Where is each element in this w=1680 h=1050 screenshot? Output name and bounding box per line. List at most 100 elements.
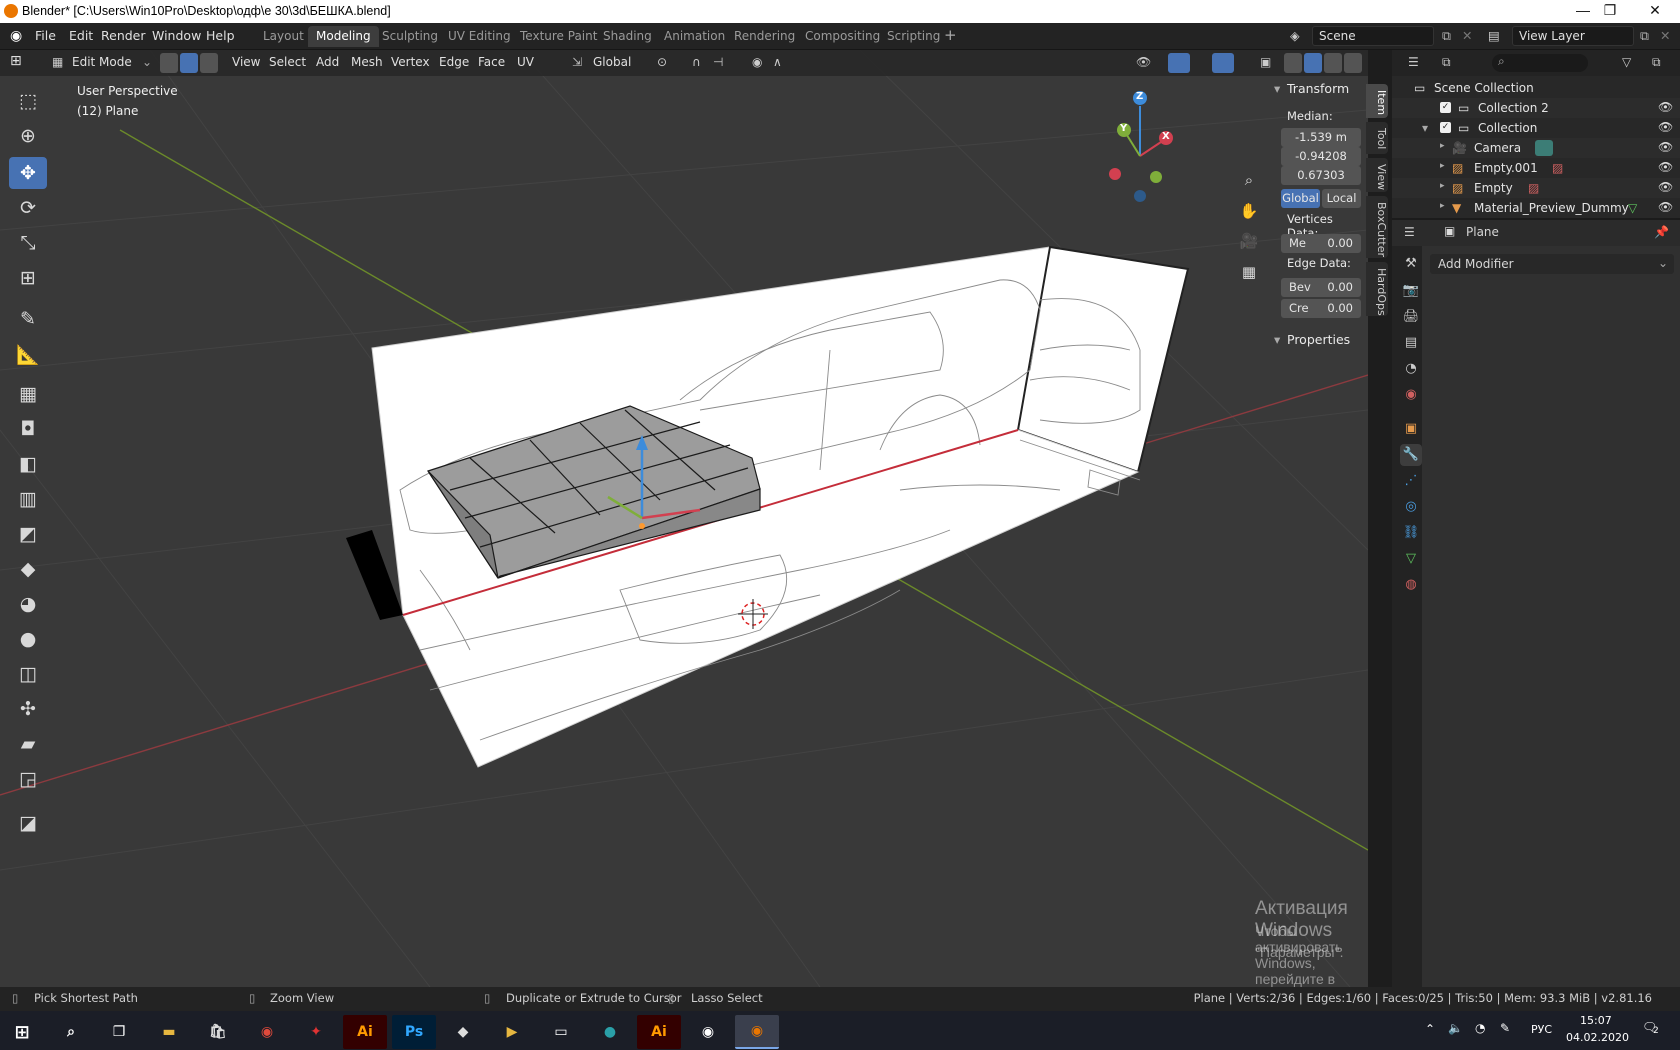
menu-help[interactable]: Help <box>206 28 235 43</box>
tray-chevron-icon[interactable]: ⌃ <box>1425 1022 1435 1036</box>
rotate-tool[interactable]: ⟳ <box>9 192 47 224</box>
editor-type-icon[interactable]: ⊞ <box>10 53 22 69</box>
delete-view-layer-icon[interactable]: ✕ <box>1660 28 1670 43</box>
pivot-icon[interactable]: ⊙ <box>657 55 667 69</box>
expand-arrow-icon[interactable]: ▸ <box>1440 161 1445 171</box>
outliner-item-camera[interactable]: ▸ 🎥 Camera 👁 <box>1392 138 1680 158</box>
material-shading-button[interactable] <box>1324 53 1342 73</box>
header-vertex[interactable]: Vertex <box>391 55 430 69</box>
tab-scripting[interactable]: Scripting <box>879 26 948 47</box>
document-icon[interactable]: ▭ <box>539 1015 583 1049</box>
illustrator-icon[interactable]: Ai <box>343 1015 387 1049</box>
knife-tool[interactable]: ◩ <box>9 518 47 550</box>
median-z-field[interactable]: 0.67303 <box>1281 166 1361 185</box>
object-tab-icon[interactable]: ▣ <box>1400 418 1422 440</box>
add-workspace-icon[interactable]: + <box>944 26 957 44</box>
outliner-editor-icon[interactable]: ☰ <box>1408 55 1419 69</box>
header-select[interactable]: Select <box>269 55 306 69</box>
blender-active-taskbar-icon[interactable]: ◉ <box>735 1015 779 1049</box>
proportional-edit-icon[interactable]: ◉ <box>752 55 762 69</box>
store-icon[interactable]: 🛍 <box>196 1015 240 1049</box>
inkscape-icon[interactable]: ◆ <box>441 1015 485 1049</box>
camera-view-icon[interactable]: 🎥 <box>1236 228 1262 254</box>
vertex-select-button[interactable] <box>160 53 178 73</box>
illustrator-2-icon[interactable]: Ai <box>637 1015 681 1049</box>
bevel-tool[interactable]: ◧ <box>9 448 47 480</box>
collapse-transform-icon[interactable]: ▾ <box>1274 81 1280 96</box>
checkbox-icon[interactable]: ✓ <box>1440 122 1451 133</box>
annotate-tool[interactable]: ✎ <box>9 303 47 335</box>
menu-file[interactable]: File <box>35 28 56 43</box>
eye-icon[interactable]: 👁 <box>1658 180 1673 194</box>
material-tab-icon[interactable]: ◍ <box>1400 574 1422 596</box>
scene-tab-icon[interactable]: ◔ <box>1400 358 1422 380</box>
view-layer-field[interactable]: View Layer <box>1512 26 1634 46</box>
mode-selector[interactable]: Edit Mode <box>72 55 132 69</box>
header-view[interactable]: View <box>232 55 260 69</box>
tab-shading[interactable]: Shading <box>595 26 660 47</box>
tab-modeling[interactable]: Modeling <box>308 26 379 47</box>
checkbox-icon[interactable]: ✓ <box>1440 102 1451 113</box>
smooth-tool[interactable]: ● <box>9 623 47 655</box>
delete-scene-icon[interactable]: ✕ <box>1462 28 1472 43</box>
task-view-icon[interactable]: ❐ <box>97 1015 141 1049</box>
tab-animation[interactable]: Animation <box>656 26 733 47</box>
spin-tool[interactable]: ◕ <box>9 588 47 620</box>
select-box-tool[interactable]: ⬚ <box>9 85 47 117</box>
expand-arrow-icon[interactable]: ▾ <box>1422 121 1428 135</box>
local-toggle[interactable]: Local <box>1322 189 1361 208</box>
falloff-icon[interactable]: ∧ <box>773 55 782 69</box>
face-select-button[interactable] <box>200 53 218 73</box>
eye-icon[interactable]: 👁 <box>1658 160 1673 174</box>
median-x-field[interactable]: -1.539 m <box>1281 128 1361 147</box>
tab-texture-paint[interactable]: Texture Paint <box>512 26 605 47</box>
media-player-icon[interactable]: ▶ <box>490 1015 534 1049</box>
blender-menu-icon[interactable]: ◉ <box>10 28 22 44</box>
modifier-tab-icon[interactable]: 🔧 <box>1400 444 1422 466</box>
properties-editor-icon[interactable]: ☰ <box>1404 225 1415 239</box>
restore-button[interactable]: ❐ <box>1595 2 1625 20</box>
pen-icon[interactable]: ✎ <box>1500 1021 1510 1035</box>
expand-arrow-icon[interactable]: ▸ <box>1440 201 1445 211</box>
tab-compositing[interactable]: Compositing <box>797 26 888 47</box>
app-icon[interactable]: ● <box>588 1015 632 1049</box>
shrink-fatten-tool[interactable]: ✣ <box>9 693 47 725</box>
median-y-field[interactable]: -0.94208 <box>1281 147 1361 166</box>
outliner-item-collection-2[interactable]: ✓ ▭ Collection 2 👁 <box>1392 98 1680 118</box>
blender-taskbar-icon[interactable]: ◉ <box>686 1015 730 1049</box>
solid-shading-button[interactable] <box>1304 53 1322 73</box>
network-icon[interactable]: ◔ <box>1475 1021 1485 1035</box>
eye-icon[interactable]: 👁 <box>1658 120 1673 134</box>
snap-icon[interactable]: ∩ <box>692 55 701 69</box>
orientation-gizmo[interactable] <box>1109 91 1173 202</box>
volume-icon[interactable]: 🔈 <box>1448 1021 1463 1035</box>
eye-icon[interactable]: 👁 <box>1658 140 1673 154</box>
move-tool[interactable]: ✥ <box>9 157 47 189</box>
outliner-item-empty[interactable]: ▸ ▨ Empty ▨ 👁 <box>1392 178 1680 198</box>
edge-crease-field[interactable]: Cre 0.00 <box>1281 299 1361 318</box>
view-layer-tab-icon[interactable]: ▤ <box>1400 332 1422 354</box>
overlay-toggle-button[interactable] <box>1212 53 1234 73</box>
tab-boxcutter[interactable]: BoxCutter <box>1366 196 1388 258</box>
poly-build-tool[interactable]: ◆ <box>9 553 47 585</box>
rip-tool[interactable]: ◲ <box>9 763 47 795</box>
outliner-item-empty-001[interactable]: ▸ ▨ Empty.001 ▨ 👁 <box>1392 158 1680 178</box>
zoom-view-icon[interactable]: ⌕ <box>1236 167 1262 193</box>
scene-field[interactable]: Scene <box>1312 26 1434 46</box>
photoshop-icon[interactable]: Ps <box>392 1015 436 1049</box>
scene-selector-icon[interactable]: ◈ <box>1290 28 1300 43</box>
world-tab-icon[interactable]: ◉ <box>1400 384 1422 406</box>
eye-icon[interactable]: 👁 <box>1658 100 1673 114</box>
outliner-item-material-preview-dummy[interactable]: ▸ ▼ Material_Preview_Dummy ▽ 👁 <box>1392 198 1680 218</box>
file-explorer-icon[interactable]: ▬ <box>147 1015 191 1049</box>
menu-window[interactable]: Window <box>152 28 201 43</box>
global-toggle[interactable]: Global <box>1281 189 1320 208</box>
collapse-properties-icon[interactable]: ▾ <box>1274 332 1280 347</box>
expand-arrow-icon[interactable]: ▸ <box>1440 141 1445 151</box>
render-tab-icon[interactable]: 📷 <box>1400 280 1422 302</box>
eye-icon[interactable]: 👁 <box>1658 200 1673 214</box>
tab-layout[interactable]: Layout <box>255 26 312 47</box>
properties-panel-title[interactable]: Properties <box>1287 332 1350 347</box>
tool-settings-tab-icon[interactable]: ⚒ <box>1400 253 1422 275</box>
transform-panel-title[interactable]: Transform <box>1287 81 1349 96</box>
